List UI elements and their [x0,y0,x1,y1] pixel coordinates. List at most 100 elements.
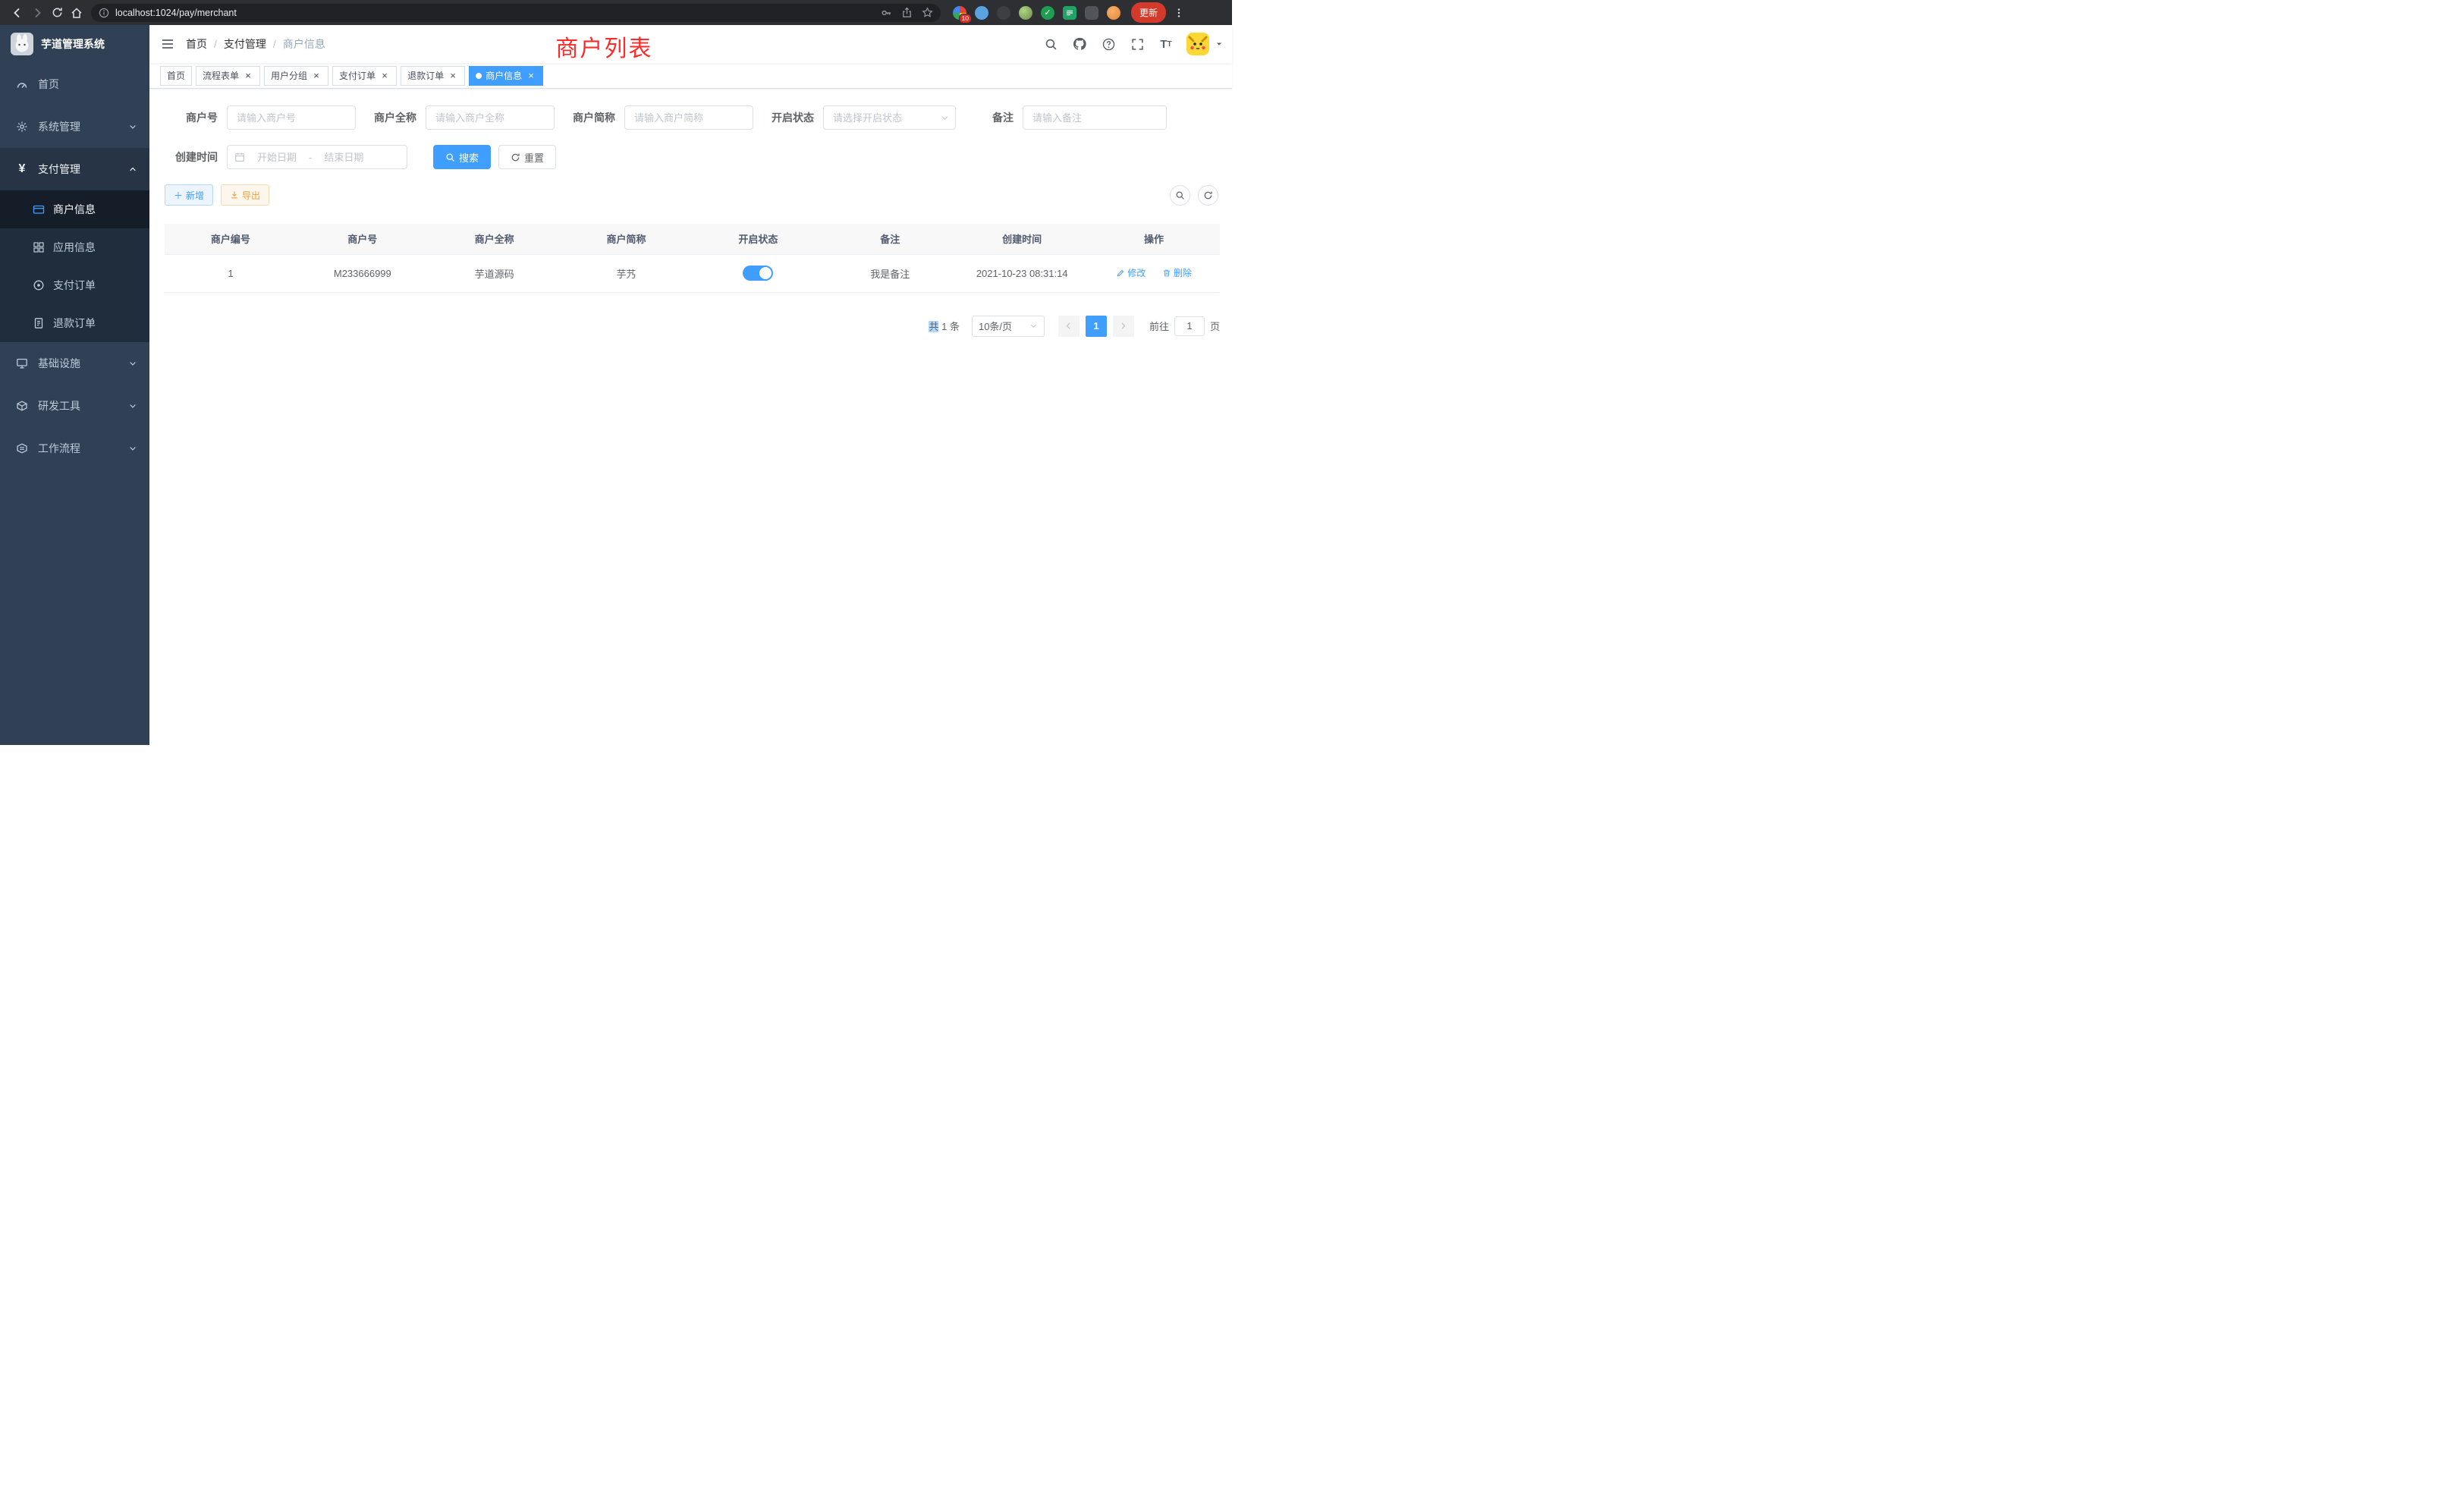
sidebar-submenu-payment: 商户信息 应用信息 支付订单 退款订单 [0,190,149,342]
password-key-icon[interactable] [881,7,892,18]
refund-doc-icon [32,317,46,329]
sidebar-item-system[interactable]: 系统管理 [0,105,149,148]
chevron-down-icon [128,444,137,453]
site-info-icon[interactable] [99,8,109,18]
plus-icon: ＋ [174,189,183,202]
filter-remark: 备注 [992,105,1167,130]
tab-process-form[interactable]: 流程表单 × [196,66,260,86]
share-icon[interactable] [901,7,913,18]
end-date-input[interactable] [315,152,372,163]
browser-extension-icon[interactable] [997,6,1010,20]
sidebar-item-app-info[interactable]: 应用信息 [0,228,149,266]
select-caret-icon [1029,322,1038,330]
tab-close-icon[interactable]: × [448,71,458,81]
column-header: 开启状态 [693,224,825,254]
sidebar-item-label: 支付管理 [38,162,119,177]
address-bar[interactable]: localhost:1024/pay/merchant [91,4,941,22]
help-button[interactable] [1095,31,1121,57]
export-button[interactable]: 导出 [221,184,269,206]
browser-extension-icon[interactable]: 10 [953,6,966,20]
prev-page-button[interactable] [1058,316,1080,337]
toggle-search-button[interactable] [1170,185,1190,206]
browser-update-button[interactable]: 更新 [1131,2,1166,23]
tab-close-icon[interactable]: × [379,71,390,81]
url-text[interactable]: localhost:1024/pay/merchant [115,8,237,18]
sidebar-item-label: 退款订单 [53,316,96,331]
tab-close-icon[interactable]: × [311,71,322,81]
sidebar-item-infrastructure[interactable]: 基础设施 [0,342,149,385]
top-navbar: 首页 / 支付管理 / 商户信息 商户列表 [149,25,1232,63]
search-button[interactable]: 搜索 [433,145,491,169]
start-date-input[interactable] [248,152,306,163]
breadcrumb-item-payment[interactable]: 支付管理 [224,36,266,52]
browser-extension-icon[interactable]: ✓ [1041,6,1054,20]
sidebar-item-label: 商户信息 [53,202,96,217]
browser-extension-icon[interactable] [1085,6,1098,20]
tab-label: 支付订单 [339,69,376,82]
table-header-row: 商户编号 商户号 商户全称 商户简称 开启状态 备注 创建时间 操作 [165,224,1220,254]
browser-reload-button[interactable] [47,3,67,23]
fullscreen-button[interactable] [1124,31,1150,57]
table-toolbar: ＋ 新增 导出 [165,184,1220,206]
status-select[interactable] [823,105,956,130]
merchant-no-input[interactable] [227,105,356,130]
tab-home[interactable]: 首页 [160,66,192,86]
hamburger-icon [161,37,174,51]
remark-input[interactable] [1023,105,1167,130]
bookmark-star-icon[interactable] [922,7,933,18]
browser-extension-icon[interactable] [1107,6,1120,20]
page-size-select[interactable]: 10条/页 [972,316,1045,337]
page-size-value: 10条/页 [979,319,1012,333]
avatar-image [1186,33,1209,55]
sidebar-fold-button[interactable] [149,37,186,51]
sidebar-item-merchant-info[interactable]: 商户信息 [0,190,149,228]
refresh-table-button[interactable] [1198,185,1218,206]
next-page-button[interactable] [1113,316,1134,337]
browser-extension-icon[interactable] [975,6,988,20]
github-button[interactable] [1067,31,1092,57]
tab-merchant-info[interactable]: 商户信息 × [469,66,543,86]
goto-label: 前往 [1149,319,1169,333]
browser-menu-button[interactable] [1174,7,1184,19]
sidebar-item-payment[interactable]: ¥ 支付管理 [0,148,149,190]
page-number-button[interactable]: 1 [1086,316,1107,337]
edit-link[interactable]: 修改 [1116,266,1146,279]
user-avatar[interactable] [1186,33,1209,55]
notes-icon [1066,9,1073,17]
header-search-button[interactable] [1038,31,1064,57]
filter-merchant-no: 商户号 [165,105,356,130]
date-range-picker[interactable]: - [227,145,407,169]
delete-link[interactable]: 删除 [1162,266,1192,279]
browser-extension-icon[interactable] [1063,6,1076,20]
github-icon [1073,37,1086,51]
browser-forward-button[interactable] [27,3,47,23]
font-size-button[interactable]: TT [1153,31,1179,57]
reload-icon [52,7,63,18]
sidebar-item-refund-order[interactable]: 退款订单 [0,304,149,342]
goto-page-input[interactable] [1174,316,1205,336]
browser-home-button[interactable] [67,3,86,23]
avatar-dropdown-caret[interactable] [1215,40,1223,48]
cell-create-time: 2021-10-23 08:31:14 [956,254,1088,292]
full-name-input[interactable] [426,105,555,130]
refresh-icon [511,152,520,162]
sidebar-item-dev-tools[interactable]: 研发工具 [0,385,149,427]
tab-pay-order[interactable]: 支付订单 × [332,66,397,86]
tab-close-icon[interactable]: × [243,71,253,81]
add-button[interactable]: ＋ 新增 [165,184,213,206]
tab-refund-order[interactable]: 退款订单 × [401,66,465,86]
reset-button[interactable]: 重置 [498,145,556,169]
sidebar-item-home[interactable]: 首页 [0,63,149,105]
browser-extension-icon[interactable] [1019,6,1032,20]
cell-full-name: 芋道源码 [429,254,561,292]
tab-user-group[interactable]: 用户分组 × [264,66,328,86]
short-name-input[interactable] [624,105,753,130]
sidebar-item-pay-order[interactable]: 支付订单 [0,266,149,304]
breadcrumb-item-home[interactable]: 首页 [186,36,207,52]
browser-back-button[interactable] [8,3,27,23]
sidebar-logo[interactable]: 芋道管理系统 [0,25,149,63]
tab-close-icon[interactable]: × [526,71,536,81]
sidebar-item-workflow[interactable]: 工作流程 [0,427,149,470]
status-toggle[interactable] [743,266,773,281]
cell-merchant-id: 1 [165,254,297,292]
